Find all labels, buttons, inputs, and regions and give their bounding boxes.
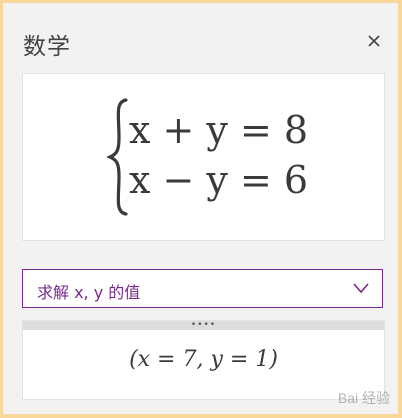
math-panel: 数学 x + y = 8 x − y = 6 求解 x, y 的值 •••• (… (3, 3, 398, 414)
equation-card: x + y = 8 x − y = 6 (22, 73, 385, 241)
solve-action-dropdown[interactable]: 求解 x, y 的值 (22, 269, 383, 308)
result-card: •••• (x = 7, y = 1) (22, 320, 385, 400)
drag-dots-icon: •••• (190, 320, 217, 330)
panel-title: 数学 (23, 34, 71, 60)
equation-system: x + y = 8 x − y = 6 (107, 96, 309, 216)
equation-line-2: x − y = 6 (129, 158, 309, 202)
resize-handle[interactable]: •••• (23, 321, 384, 330)
dropdown-selected-label: 求解 x, y 的值 (37, 283, 141, 302)
solution-text: (x = 7, y = 1) (129, 347, 278, 372)
chevron-down-icon[interactable] (352, 281, 370, 295)
close-icon[interactable] (366, 33, 382, 49)
equation-line-1: x + y = 8 (129, 108, 309, 152)
left-brace-icon (107, 98, 128, 216)
panel-header: 数学 (3, 3, 398, 75)
watermark: Bai 经验 (337, 390, 390, 406)
